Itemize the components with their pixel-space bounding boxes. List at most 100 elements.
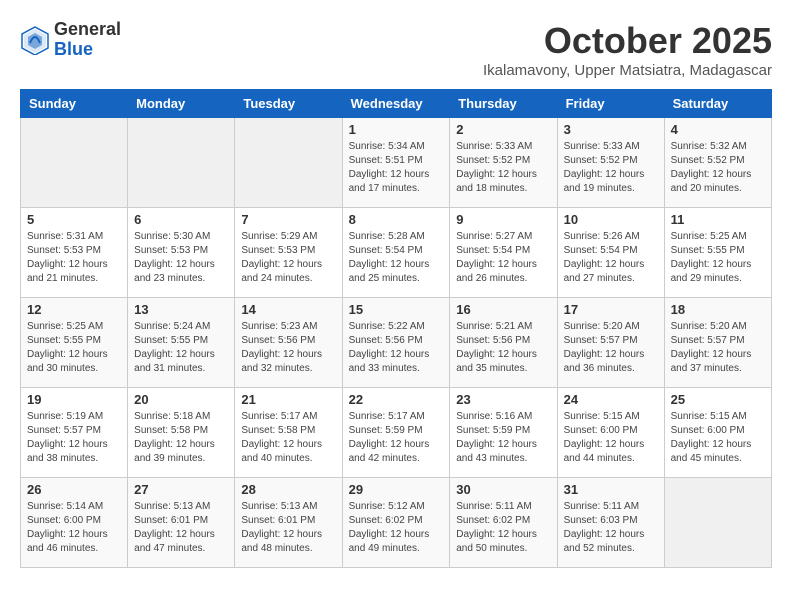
day-number: 22 <box>349 392 444 407</box>
table-row: 29 Sunrise: 5:12 AMSunset: 6:02 PMDaylig… <box>342 478 450 568</box>
day-info: Sunrise: 5:26 AMSunset: 5:54 PMDaylight:… <box>564 230 658 286</box>
day-number: 3 <box>564 122 658 137</box>
table-row <box>664 478 771 568</box>
calendar-week-row: 26 Sunrise: 5:14 AMSunset: 6:00 PMDaylig… <box>21 478 772 568</box>
table-row: 14 Sunrise: 5:23 AMSunset: 5:56 PMDaylig… <box>235 298 342 388</box>
table-row: 10 Sunrise: 5:26 AMSunset: 5:54 PMDaylig… <box>557 208 664 298</box>
table-row <box>128 118 235 208</box>
day-number: 9 <box>456 212 550 227</box>
table-row: 5 Sunrise: 5:31 AMSunset: 5:53 PMDayligh… <box>21 208 128 298</box>
table-row: 4 Sunrise: 5:32 AMSunset: 5:52 PMDayligh… <box>664 118 771 208</box>
logo-general: General <box>54 20 121 40</box>
day-number: 13 <box>134 302 228 317</box>
day-info: Sunrise: 5:32 AMSunset: 5:52 PMDaylight:… <box>671 140 765 196</box>
col-tuesday: Tuesday <box>235 90 342 118</box>
day-number: 28 <box>241 482 335 497</box>
day-info: Sunrise: 5:30 AMSunset: 5:53 PMDaylight:… <box>134 230 228 286</box>
day-info: Sunrise: 5:15 AMSunset: 6:00 PMDaylight:… <box>671 410 765 466</box>
day-number: 4 <box>671 122 765 137</box>
day-info: Sunrise: 5:12 AMSunset: 6:02 PMDaylight:… <box>349 500 444 556</box>
day-info: Sunrise: 5:11 AMSunset: 6:02 PMDaylight:… <box>456 500 550 556</box>
table-row: 31 Sunrise: 5:11 AMSunset: 6:03 PMDaylig… <box>557 478 664 568</box>
col-sunday: Sunday <box>21 90 128 118</box>
day-number: 29 <box>349 482 444 497</box>
day-info: Sunrise: 5:24 AMSunset: 5:55 PMDaylight:… <box>134 320 228 376</box>
logo-text: General Blue <box>54 20 121 60</box>
table-row: 11 Sunrise: 5:25 AMSunset: 5:55 PMDaylig… <box>664 208 771 298</box>
day-info: Sunrise: 5:25 AMSunset: 5:55 PMDaylight:… <box>27 320 121 376</box>
day-number: 21 <box>241 392 335 407</box>
day-number: 15 <box>349 302 444 317</box>
table-row: 24 Sunrise: 5:15 AMSunset: 6:00 PMDaylig… <box>557 388 664 478</box>
day-info: Sunrise: 5:29 AMSunset: 5:53 PMDaylight:… <box>241 230 335 286</box>
day-info: Sunrise: 5:27 AMSunset: 5:54 PMDaylight:… <box>456 230 550 286</box>
logo-icon <box>20 25 50 55</box>
table-row: 20 Sunrise: 5:18 AMSunset: 5:58 PMDaylig… <box>128 388 235 478</box>
day-number: 19 <box>27 392 121 407</box>
table-row: 17 Sunrise: 5:20 AMSunset: 5:57 PMDaylig… <box>557 298 664 388</box>
day-info: Sunrise: 5:28 AMSunset: 5:54 PMDaylight:… <box>349 230 444 286</box>
day-number: 12 <box>27 302 121 317</box>
table-row: 7 Sunrise: 5:29 AMSunset: 5:53 PMDayligh… <box>235 208 342 298</box>
table-row: 30 Sunrise: 5:11 AMSunset: 6:02 PMDaylig… <box>450 478 557 568</box>
table-row: 27 Sunrise: 5:13 AMSunset: 6:01 PMDaylig… <box>128 478 235 568</box>
day-info: Sunrise: 5:19 AMSunset: 5:57 PMDaylight:… <box>27 410 121 466</box>
table-row: 6 Sunrise: 5:30 AMSunset: 5:53 PMDayligh… <box>128 208 235 298</box>
title-section: October 2025 Ikalamavony, Upper Matsiatr… <box>483 20 772 79</box>
table-row: 21 Sunrise: 5:17 AMSunset: 5:58 PMDaylig… <box>235 388 342 478</box>
day-number: 2 <box>456 122 550 137</box>
day-number: 11 <box>671 212 765 227</box>
table-row: 16 Sunrise: 5:21 AMSunset: 5:56 PMDaylig… <box>450 298 557 388</box>
table-row: 2 Sunrise: 5:33 AMSunset: 5:52 PMDayligh… <box>450 118 557 208</box>
day-info: Sunrise: 5:17 AMSunset: 5:58 PMDaylight:… <box>241 410 335 466</box>
col-saturday: Saturday <box>664 90 771 118</box>
day-info: Sunrise: 5:33 AMSunset: 5:52 PMDaylight:… <box>456 140 550 196</box>
day-number: 5 <box>27 212 121 227</box>
table-row: 23 Sunrise: 5:16 AMSunset: 5:59 PMDaylig… <box>450 388 557 478</box>
calendar-week-row: 19 Sunrise: 5:19 AMSunset: 5:57 PMDaylig… <box>21 388 772 478</box>
day-number: 23 <box>456 392 550 407</box>
calendar-header-row: Sunday Monday Tuesday Wednesday Thursday… <box>21 90 772 118</box>
calendar-week-row: 12 Sunrise: 5:25 AMSunset: 5:55 PMDaylig… <box>21 298 772 388</box>
table-row: 28 Sunrise: 5:13 AMSunset: 6:01 PMDaylig… <box>235 478 342 568</box>
table-row: 15 Sunrise: 5:22 AMSunset: 5:56 PMDaylig… <box>342 298 450 388</box>
logo: General Blue <box>20 20 121 60</box>
page-header: General Blue October 2025 Ikalamavony, U… <box>20 20 772 79</box>
day-info: Sunrise: 5:31 AMSunset: 5:53 PMDaylight:… <box>27 230 121 286</box>
day-number: 10 <box>564 212 658 227</box>
calendar-week-row: 5 Sunrise: 5:31 AMSunset: 5:53 PMDayligh… <box>21 208 772 298</box>
day-info: Sunrise: 5:18 AMSunset: 5:58 PMDaylight:… <box>134 410 228 466</box>
table-row <box>235 118 342 208</box>
col-friday: Friday <box>557 90 664 118</box>
table-row: 19 Sunrise: 5:19 AMSunset: 5:57 PMDaylig… <box>21 388 128 478</box>
day-info: Sunrise: 5:33 AMSunset: 5:52 PMDaylight:… <box>564 140 658 196</box>
day-info: Sunrise: 5:34 AMSunset: 5:51 PMDaylight:… <box>349 140 444 196</box>
table-row: 22 Sunrise: 5:17 AMSunset: 5:59 PMDaylig… <box>342 388 450 478</box>
day-number: 18 <box>671 302 765 317</box>
day-number: 31 <box>564 482 658 497</box>
day-info: Sunrise: 5:13 AMSunset: 6:01 PMDaylight:… <box>134 500 228 556</box>
day-number: 1 <box>349 122 444 137</box>
day-number: 26 <box>27 482 121 497</box>
table-row: 1 Sunrise: 5:34 AMSunset: 5:51 PMDayligh… <box>342 118 450 208</box>
table-row: 3 Sunrise: 5:33 AMSunset: 5:52 PMDayligh… <box>557 118 664 208</box>
day-info: Sunrise: 5:13 AMSunset: 6:01 PMDaylight:… <box>241 500 335 556</box>
table-row: 9 Sunrise: 5:27 AMSunset: 5:54 PMDayligh… <box>450 208 557 298</box>
day-info: Sunrise: 5:22 AMSunset: 5:56 PMDaylight:… <box>349 320 444 376</box>
day-info: Sunrise: 5:20 AMSunset: 5:57 PMDaylight:… <box>671 320 765 376</box>
table-row: 12 Sunrise: 5:25 AMSunset: 5:55 PMDaylig… <box>21 298 128 388</box>
col-wednesday: Wednesday <box>342 90 450 118</box>
calendar-week-row: 1 Sunrise: 5:34 AMSunset: 5:51 PMDayligh… <box>21 118 772 208</box>
day-info: Sunrise: 5:11 AMSunset: 6:03 PMDaylight:… <box>564 500 658 556</box>
day-info: Sunrise: 5:23 AMSunset: 5:56 PMDaylight:… <box>241 320 335 376</box>
day-number: 6 <box>134 212 228 227</box>
day-number: 16 <box>456 302 550 317</box>
day-number: 30 <box>456 482 550 497</box>
day-number: 8 <box>349 212 444 227</box>
location-subtitle: Ikalamavony, Upper Matsiatra, Madagascar <box>483 62 772 79</box>
day-number: 20 <box>134 392 228 407</box>
table-row: 8 Sunrise: 5:28 AMSunset: 5:54 PMDayligh… <box>342 208 450 298</box>
day-info: Sunrise: 5:20 AMSunset: 5:57 PMDaylight:… <box>564 320 658 376</box>
day-number: 25 <box>671 392 765 407</box>
table-row: 25 Sunrise: 5:15 AMSunset: 6:00 PMDaylig… <box>664 388 771 478</box>
